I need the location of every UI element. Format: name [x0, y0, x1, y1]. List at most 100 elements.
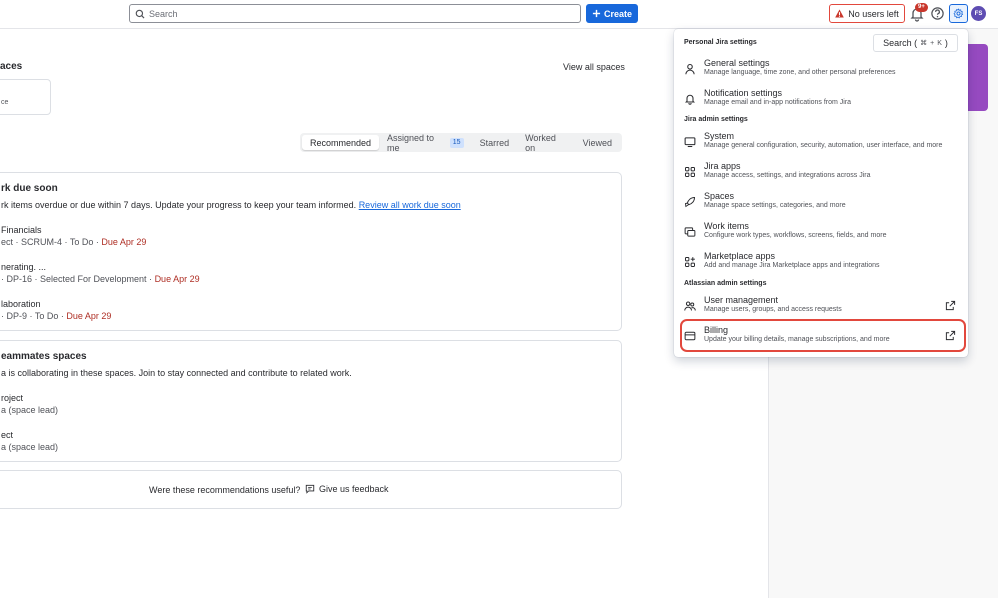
menu-item-label: Marketplace apps — [704, 251, 776, 261]
personal-settings-header: Personal Jira settings — [684, 39, 757, 46]
k-key: K — [937, 39, 942, 47]
menu-item-label: System — [704, 131, 735, 141]
tab-label: Recommended — [310, 137, 372, 148]
search-placeholder: Search — [149, 8, 178, 19]
atlassian-admin-header: Atlassian admin settings — [684, 280, 767, 287]
menu-item-label: General settings — [704, 58, 770, 68]
search-input[interactable]: Search — [129, 4, 581, 23]
menu-item-label: Notification settings — [704, 88, 783, 98]
settings-button[interactable] — [949, 4, 968, 23]
work-item-meta: · DP-16 · Selected For Development · Due… — [1, 274, 200, 284]
tab-label: Assigned to me — [387, 132, 435, 153]
due-date: Due Apr 29 — [154, 274, 200, 284]
teammates-spaces-card: eammates spaces a is collaborating in th… — [0, 340, 622, 462]
tab-assigned-to-me[interactable]: Assigned to me 15 — [379, 132, 472, 153]
create-label: Create — [603, 8, 632, 19]
menu-item-system[interactable]: System Manage general configuration, sec… — [684, 129, 960, 157]
menu-item-jira-apps[interactable]: Jira apps Manage access, settings, and i… — [684, 159, 960, 187]
promo-banner — [966, 44, 988, 111]
space-card[interactable]: ce — [0, 79, 51, 115]
menu-item-notification-settings[interactable]: Notification settings Manage email and i… — [684, 86, 960, 114]
billing-highlight-outline — [680, 319, 966, 352]
tab-worked-on[interactable]: Worked on — [517, 132, 575, 153]
work-item-meta: · DP-9 · To Do · Due Apr 29 — [1, 311, 111, 321]
review-all-work-link[interactable]: Review all work due soon — [359, 200, 461, 210]
description-text: rk items overdue or due within 7 days. U… — [1, 200, 359, 210]
no-users-left-button[interactable]: No users left — [829, 4, 905, 23]
jira-admin-header: Jira admin settings — [684, 116, 748, 123]
feedback-icon — [305, 484, 315, 494]
gear-icon — [953, 8, 964, 19]
spaces-heading: aces — [0, 61, 23, 72]
top-navigation-bar: Search Create No users left 9+ FS — [0, 0, 998, 29]
menu-item-work-items[interactable]: Work items Configure work types, workflo… — [684, 219, 960, 247]
command-key: ⌘ — [920, 40, 928, 47]
space-card-subtitle: ce — [1, 99, 9, 106]
work-due-description: rk items overdue or due within 7 days. U… — [1, 200, 461, 210]
work-items-icon — [684, 227, 696, 237]
space-title[interactable]: ect — [1, 430, 13, 440]
menu-item-user-management[interactable]: User management Manage users, groups, an… — [684, 293, 960, 321]
menu-item-description: Manage language, time zone, and other pe… — [704, 69, 896, 76]
tab-recommended[interactable]: Recommended — [302, 135, 380, 150]
work-due-title: rk due soon — [1, 183, 58, 194]
menu-item-description: Manage email and in-app notifications fr… — [704, 99, 852, 106]
menu-item-label: Jira apps — [704, 161, 741, 171]
tab-viewed[interactable]: Viewed — [575, 135, 620, 150]
menu-item-description: Manage general configuration, security, … — [704, 142, 943, 149]
plus-icon — [592, 9, 601, 18]
menu-item-description: Manage access, settings, and integration… — [704, 172, 871, 179]
menu-item-marketplace-apps[interactable]: Marketplace apps Add and manage Jira Mar… — [684, 249, 960, 277]
external-link-icon — [945, 300, 956, 311]
search-close-paren: ) — [944, 38, 948, 48]
space-title[interactable]: roject — [1, 393, 23, 403]
plus-sign: + — [930, 39, 935, 47]
menu-item-spaces[interactable]: Spaces Manage space settings, categories… — [684, 189, 960, 217]
menu-item-description: Add and manage Jira Marketplace apps and… — [704, 262, 880, 269]
assigned-count-badge: 15 — [449, 137, 464, 148]
menu-item-description: Configure work types, workflows, screens… — [704, 232, 887, 239]
give-feedback-button[interactable]: Give us feedback — [305, 484, 389, 494]
search-label: Search ( — [883, 38, 918, 48]
work-due-soon-card: rk due soon rk items overdue or due with… — [0, 172, 622, 331]
create-button[interactable]: Create — [586, 4, 638, 23]
apps-grid-icon — [685, 167, 695, 177]
bell-icon — [684, 94, 696, 105]
menu-item-general-settings[interactable]: General settings Manage language, time z… — [684, 56, 960, 84]
space-lead: a (space lead) — [1, 405, 59, 415]
tab-starred[interactable]: Starred — [472, 135, 518, 150]
menu-item-label: Work items — [704, 221, 749, 231]
menu-item-description: Manage users, groups, and access request… — [704, 306, 842, 313]
work-item-title[interactable]: nerating. ... — [1, 262, 46, 272]
settings-dropdown-menu: Personal Jira settings General settings … — [674, 29, 968, 357]
menu-item-label: Spaces — [704, 191, 735, 201]
teammates-title: eammates spaces — [1, 351, 87, 362]
give-feedback-label: Give us feedback — [319, 484, 389, 494]
menu-item-label: User management — [704, 295, 779, 305]
feedback-question: Were these recommendations useful? — [149, 485, 301, 495]
people-icon — [684, 301, 696, 311]
notification-count-badge: 9+ — [915, 3, 928, 12]
search-icon — [135, 9, 145, 18]
avatar[interactable]: FS — [971, 6, 986, 21]
help-icon[interactable] — [930, 6, 945, 21]
meta-text: · DP-16 · Selected For Development · — [1, 274, 155, 284]
recommendation-tabs: Recommended Assigned to me 15 Starred Wor… — [300, 132, 622, 153]
work-item-title[interactable]: Financials — [1, 225, 42, 235]
rocket-icon — [685, 197, 695, 208]
feedback-card: Were these recommendations useful? Give … — [0, 470, 622, 509]
menu-item-description: Manage space settings, categories, and m… — [704, 202, 846, 209]
tab-label: Worked on — [525, 132, 556, 153]
due-date: Due Apr 29 — [66, 311, 112, 321]
settings-search-button[interactable]: Search ( ⌘ + K ) — [873, 34, 958, 52]
tab-label: Starred — [479, 137, 510, 148]
work-item-title[interactable]: laboration — [1, 299, 41, 309]
space-lead: a (space lead) — [1, 442, 59, 452]
meta-text: · DP-9 · To Do · — [1, 311, 67, 321]
due-date: Due Apr 29 — [101, 237, 147, 247]
person-icon — [685, 63, 695, 75]
monitor-icon — [684, 137, 696, 148]
tab-label: Viewed — [582, 137, 612, 148]
view-all-spaces-link[interactable]: View all spaces — [563, 62, 625, 72]
marketplace-icon — [685, 257, 695, 267]
